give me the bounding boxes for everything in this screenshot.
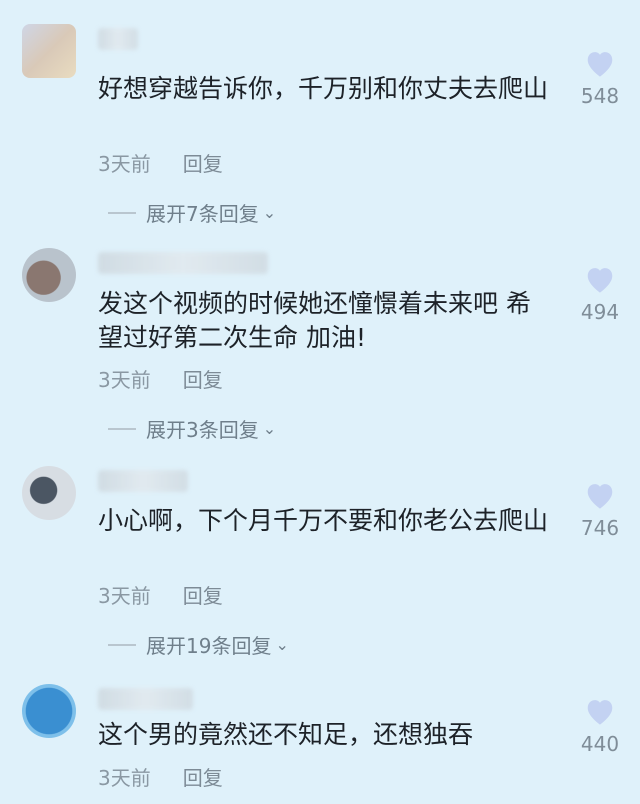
like-count: 548 <box>580 84 620 108</box>
username-blurred[interactable] <box>98 28 138 50</box>
heart-icon <box>587 268 613 293</box>
comment-text: 好想穿越告诉你，千万别和你丈夫去爬山 <box>98 74 549 103</box>
comment-meta: 3天前 回复 <box>98 580 223 609</box>
divider <box>108 211 136 214</box>
comment-text: 这个男的竟然还不知足，还想独吞 <box>98 720 474 749</box>
comment-text: 小心啊，下个月千万不要和你老公去爬山 <box>98 506 549 535</box>
chevron-down-icon: ⌄ <box>262 419 277 438</box>
like-count: 494 <box>580 300 620 324</box>
avatar[interactable] <box>22 248 76 302</box>
heart-icon <box>587 52 613 77</box>
timestamp: 3天前 <box>98 766 151 790</box>
chevron-down-icon: ⌄ <box>275 635 289 654</box>
expand-replies-label: 展开3条回复 <box>146 418 259 442</box>
reply-button[interactable]: 回复 <box>183 584 223 608</box>
avatar[interactable] <box>22 684 76 738</box>
like-count: 440 <box>580 732 620 756</box>
username-blurred[interactable] <box>98 470 188 492</box>
like-button[interactable]: 548 <box>572 48 628 108</box>
like-button[interactable]: 746 <box>572 480 628 540</box>
comment-meta: 3天前 回复 <box>98 148 223 177</box>
like-button[interactable]: 494 <box>572 264 628 324</box>
chevron-down-icon: ⌄ <box>262 203 277 222</box>
reply-button[interactable]: 回复 <box>183 368 223 392</box>
comment-meta: 3天前 回复 <box>98 364 223 393</box>
reply-button[interactable]: 回复 <box>183 152 223 176</box>
like-count: 746 <box>580 516 620 540</box>
timestamp: 3天前 <box>98 368 151 392</box>
avatar[interactable] <box>22 24 76 78</box>
expand-replies-label: 展开7条回复 <box>146 202 259 226</box>
comment-text: 发这个视频的时候她还憧憬着未来吧 希望过好第二次生命 加油! <box>98 289 531 352</box>
timestamp: 3天前 <box>98 152 151 176</box>
timestamp: 3天前 <box>98 584 151 608</box>
expand-replies-label: 展开19条回复 <box>146 634 272 658</box>
expand-replies-button[interactable]: 展开7条回复 ⌄ <box>108 198 276 227</box>
divider <box>108 643 136 646</box>
like-button[interactable]: 440 <box>572 696 628 756</box>
reply-button[interactable]: 回复 <box>183 766 223 790</box>
username-blurred[interactable] <box>98 252 268 274</box>
divider <box>108 427 136 430</box>
expand-replies-button[interactable]: 展开3条回复 ⌄ <box>108 414 276 443</box>
expand-replies-button[interactable]: 展开19条回复 ⌄ <box>108 630 289 659</box>
comment-meta: 3天前 回复 <box>98 762 223 791</box>
avatar[interactable] <box>22 466 76 520</box>
heart-icon <box>587 700 613 725</box>
heart-icon <box>587 484 613 509</box>
username-blurred[interactable] <box>98 688 193 710</box>
